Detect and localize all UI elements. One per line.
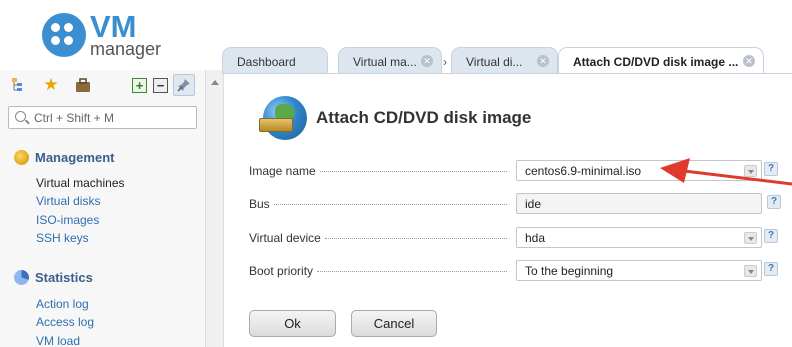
tab-dashboard[interactable]: Dashboard	[222, 47, 328, 74]
management-icon	[14, 150, 29, 165]
close-icon[interactable]: ✕	[743, 55, 755, 67]
pin-icon[interactable]	[173, 74, 195, 96]
sidebar-toolbar: ★ + −	[0, 70, 206, 100]
collapse-all-icon[interactable]: −	[153, 78, 168, 93]
bus-value: ide	[525, 197, 542, 211]
chevron-right-icon: ›	[443, 55, 447, 69]
sidebar-item-ssh-keys[interactable]: SSH keys	[36, 231, 89, 245]
sidebar-item-access-log[interactable]: Access log	[36, 315, 94, 329]
sidebar-item-iso-images[interactable]: ISO-images	[36, 213, 99, 227]
help-icon[interactable]: ?	[764, 229, 778, 243]
tab-virtual-disks[interactable]: Virtual di... ✕	[451, 47, 558, 74]
chevron-down-icon[interactable]	[744, 265, 757, 277]
close-icon[interactable]: ✕	[421, 55, 433, 67]
logo-subtitle: manager	[90, 39, 162, 59]
chevron-down-icon[interactable]	[744, 165, 757, 177]
collapse-arrow-icon[interactable]	[211, 80, 219, 85]
logo-mark	[42, 13, 86, 57]
help-icon[interactable]: ?	[764, 162, 778, 176]
tab-label: Virtual di...	[466, 55, 523, 69]
field-label-boot-priority: Boot priority	[249, 264, 507, 278]
field-label-virtual-device: Virtual device	[249, 231, 507, 245]
tree-icon[interactable]	[10, 76, 28, 94]
globe-disk-icon	[259, 96, 307, 140]
field-label-bus: Bus	[249, 197, 507, 211]
tab-label: Attach CD/DVD disk image ...	[573, 55, 739, 69]
statistics-icon	[14, 270, 29, 285]
tab-label: Virtual ma...	[353, 55, 417, 69]
search-input[interactable]: Ctrl + Shift + M	[8, 106, 197, 129]
star-icon[interactable]: ★	[42, 75, 60, 94]
bus-field[interactable]: ide	[516, 193, 762, 214]
image-name-value: centos6.9-minimal.iso	[525, 164, 642, 178]
briefcase-icon[interactable]	[74, 76, 92, 94]
help-icon[interactable]: ?	[764, 262, 778, 276]
tab-virtual-machines[interactable]: Virtual ma... ✕	[338, 47, 442, 74]
sidebar-item-vm-load[interactable]: VM load	[36, 334, 80, 347]
sidebar-item-virtual-disks[interactable]: Virtual disks	[36, 194, 100, 208]
ok-button[interactable]: Ok	[249, 310, 336, 337]
image-name-select[interactable]: centos6.9-minimal.iso	[516, 160, 762, 181]
tab-attach-cd-dvd[interactable]: Attach CD/DVD disk image ... ✕	[558, 47, 764, 75]
section-management-label: Management	[35, 150, 115, 165]
section-management[interactable]: Management	[14, 150, 114, 165]
field-label-image-name: Image name	[249, 164, 507, 178]
sidebar-item-action-log[interactable]: Action log	[36, 297, 89, 311]
help-icon[interactable]: ?	[767, 195, 781, 209]
search-icon	[15, 111, 26, 122]
tab-label: Dashboard	[237, 55, 296, 69]
chevron-down-icon[interactable]	[744, 232, 757, 244]
boot-priority-select[interactable]: To the beginning	[516, 260, 762, 281]
virtual-device-select[interactable]: hda	[516, 227, 762, 248]
vmmanager-logo: VM manager	[42, 10, 172, 60]
sidebar-collapse-gutter[interactable]	[206, 70, 224, 347]
search-placeholder: Ctrl + Shift + M	[34, 111, 115, 125]
section-statistics-label: Statistics	[35, 270, 93, 285]
cancel-button[interactable]: Cancel	[351, 310, 437, 337]
boot-priority-value: To the beginning	[525, 264, 614, 278]
expand-all-icon[interactable]: +	[132, 78, 147, 93]
page-title: Attach CD/DVD disk image	[316, 108, 532, 127]
close-icon[interactable]: ✕	[537, 55, 549, 67]
virtual-device-value: hda	[525, 231, 546, 245]
sidebar: ★ + − Ctrl + Shift + M Management Virtua…	[0, 70, 206, 347]
section-statistics[interactable]: Statistics	[14, 270, 93, 285]
form-panel: Attach CD/DVD disk image Image name cent…	[225, 74, 792, 347]
sidebar-item-virtual-machines[interactable]: Virtual machines	[36, 176, 125, 190]
tab-bar: Dashboard Virtual ma... ✕ › Virtual di..…	[222, 47, 792, 75]
